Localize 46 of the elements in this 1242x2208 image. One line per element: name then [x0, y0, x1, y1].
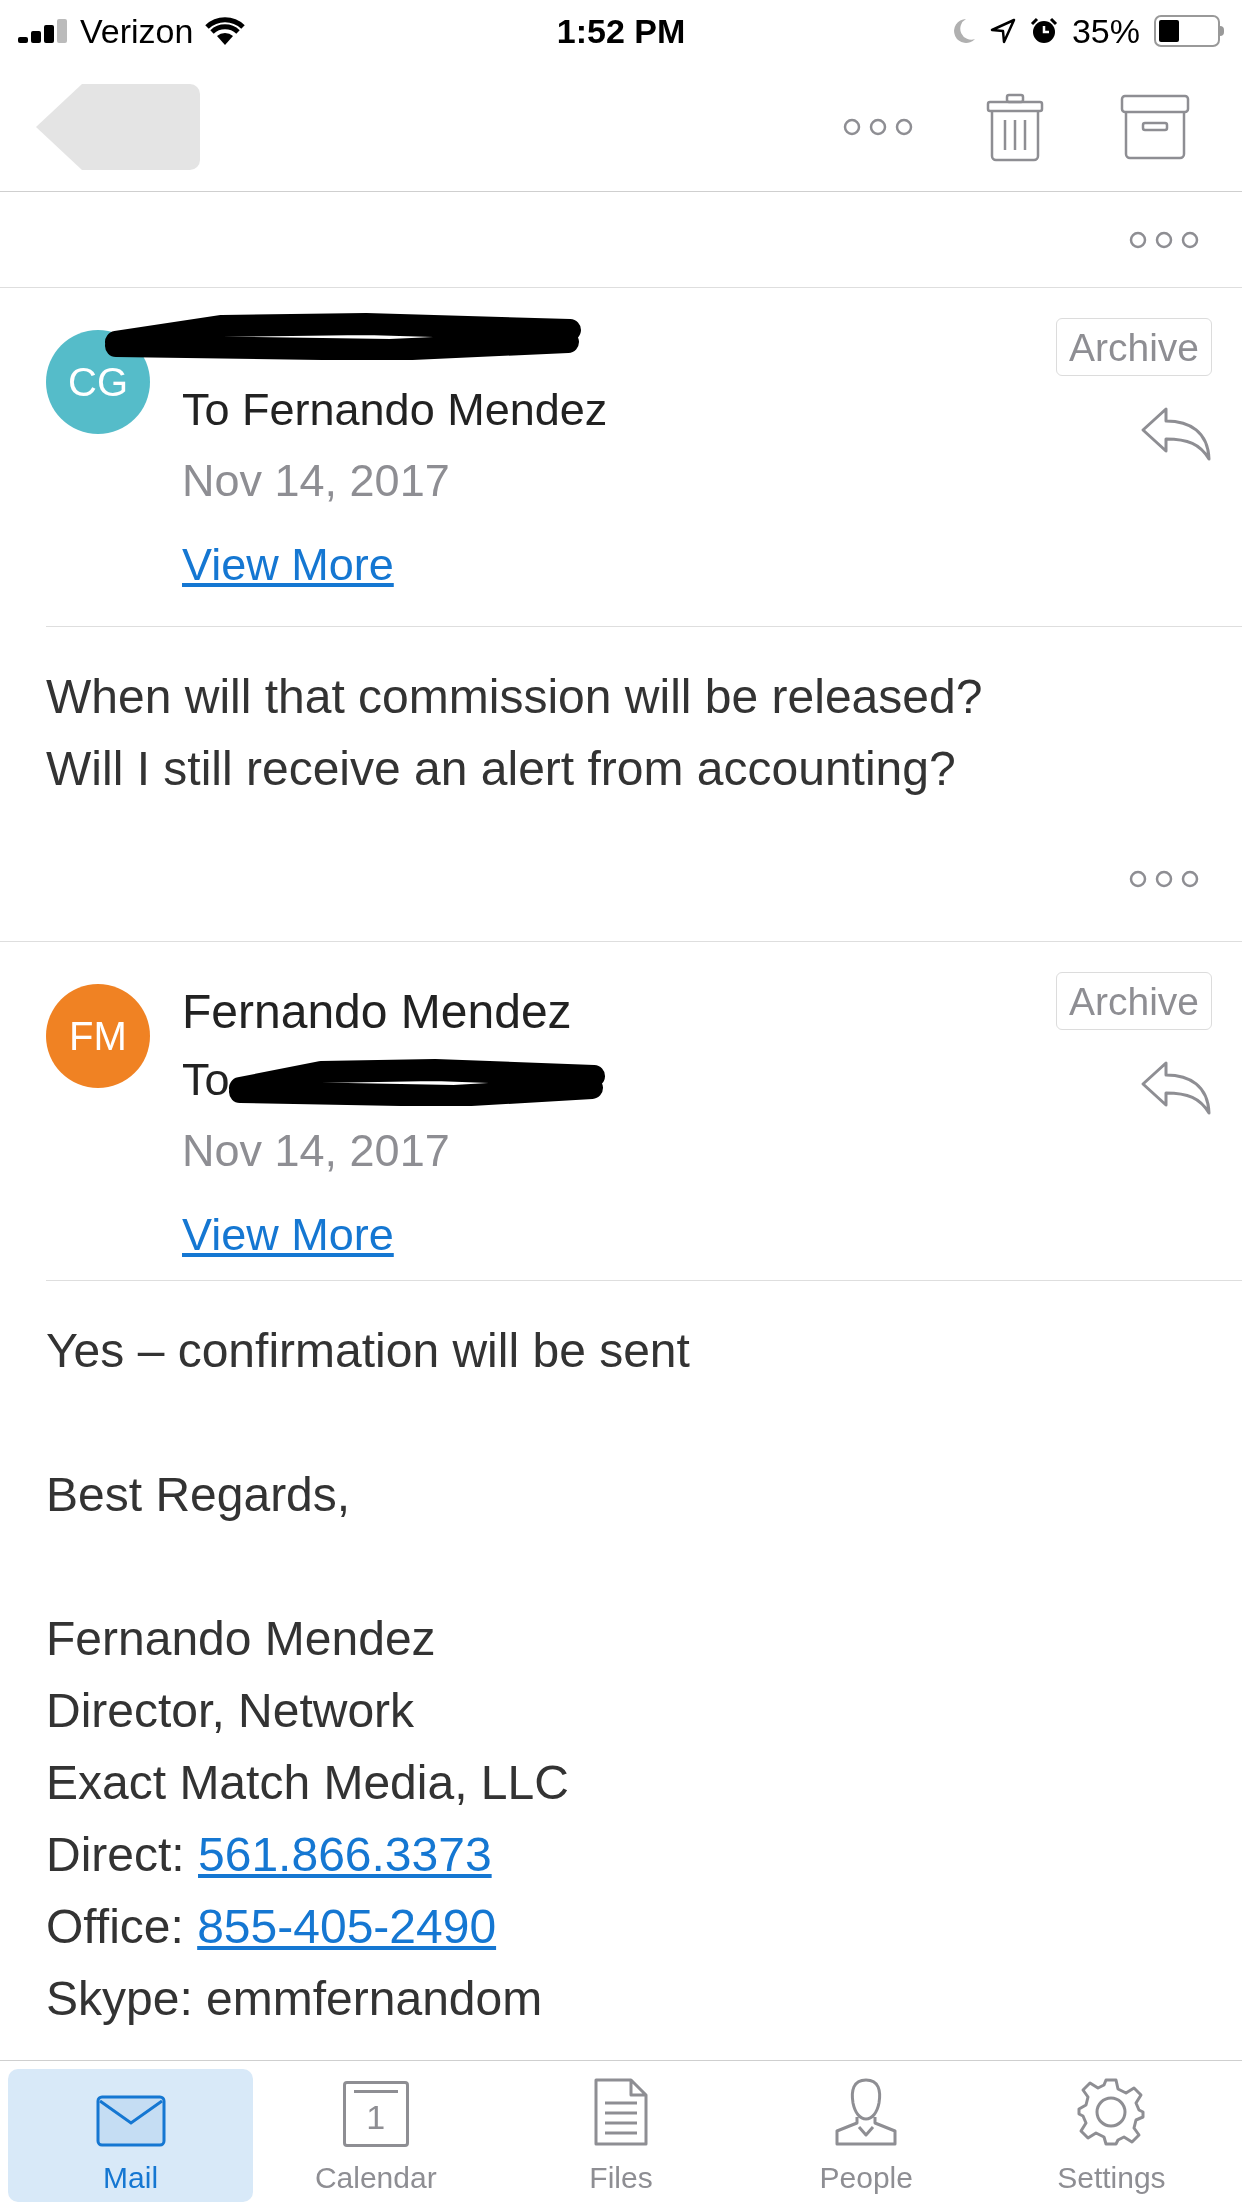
phone-link[interactable]: 561.866.3373	[198, 1819, 492, 1891]
calendar-icon: 1	[342, 2081, 409, 2147]
tab-bar-item[interactable]: Settings	[988, 2069, 1234, 2202]
sender-name: Fernando Mendez	[182, 984, 573, 1040]
message-date: Nov 14, 2017	[182, 1124, 451, 1178]
envelope-icon	[95, 2095, 166, 2147]
body-text: Best Regards,	[46, 1467, 352, 1523]
archive-button[interactable]: Archive	[1055, 318, 1212, 376]
settings-icon	[1076, 2077, 1147, 2147]
archive-box-icon[interactable]	[1120, 93, 1190, 160]
tab-bar-item[interactable]: People	[743, 2069, 989, 2202]
view-more-link[interactable]: View More	[182, 1202, 394, 1268]
more-options-icon[interactable]	[842, 116, 914, 137]
document-icon	[593, 2077, 649, 2147]
body-text: Fernando Mendez	[46, 1611, 437, 1667]
phone-link[interactable]: 855-405-2490	[197, 1891, 497, 1963]
tab-bar-item[interactable]: 1 Calendar	[253, 2069, 499, 2202]
recipient-text: To	[182, 1053, 230, 1108]
body-text: Yes – confirmation will be sent	[46, 1323, 691, 1379]
reply-icon[interactable]	[1140, 1060, 1212, 1116]
reply-icon[interactable]	[1140, 406, 1212, 462]
body-text: When will that commission will be released?	[46, 669, 984, 725]
body-text: Exact Match Media, LLC	[46, 1755, 570, 1811]
recipient-text: To Fernando Mendez	[182, 383, 608, 438]
person-icon	[833, 2077, 900, 2147]
more-options-icon[interactable]	[1128, 229, 1200, 250]
view-more-link[interactable]: View More	[182, 532, 394, 598]
signature-label: Direct:	[46, 1827, 186, 1883]
message-date: Nov 14, 2017	[182, 454, 451, 508]
body-text: Director, Network	[46, 1683, 416, 1739]
body-text: Will I still receive an alert from accounting?	[46, 741, 957, 797]
tab-bar-item[interactable]: Files	[498, 2069, 744, 2202]
more-options-icon[interactable]	[1128, 869, 1200, 889]
body-text: Skype: emmfernandom	[46, 1971, 544, 2027]
location-arrow-icon	[989, 18, 1016, 44]
signal-icon	[18, 19, 70, 43]
trash-icon[interactable]	[986, 91, 1044, 162]
avatar: FM	[46, 984, 150, 1088]
tab-bar-item[interactable]: Mail	[8, 2069, 254, 2202]
battery-percent: 35%	[1071, 10, 1140, 52]
signature-label: Office:	[46, 1899, 185, 1955]
carrier-name: Verizon	[80, 10, 194, 52]
clock-time: 1:52 PM	[555, 10, 687, 52]
alarm-clock-icon	[1029, 17, 1058, 45]
battery-icon	[1154, 15, 1224, 47]
archive-button[interactable]: Archive	[1055, 972, 1212, 1030]
